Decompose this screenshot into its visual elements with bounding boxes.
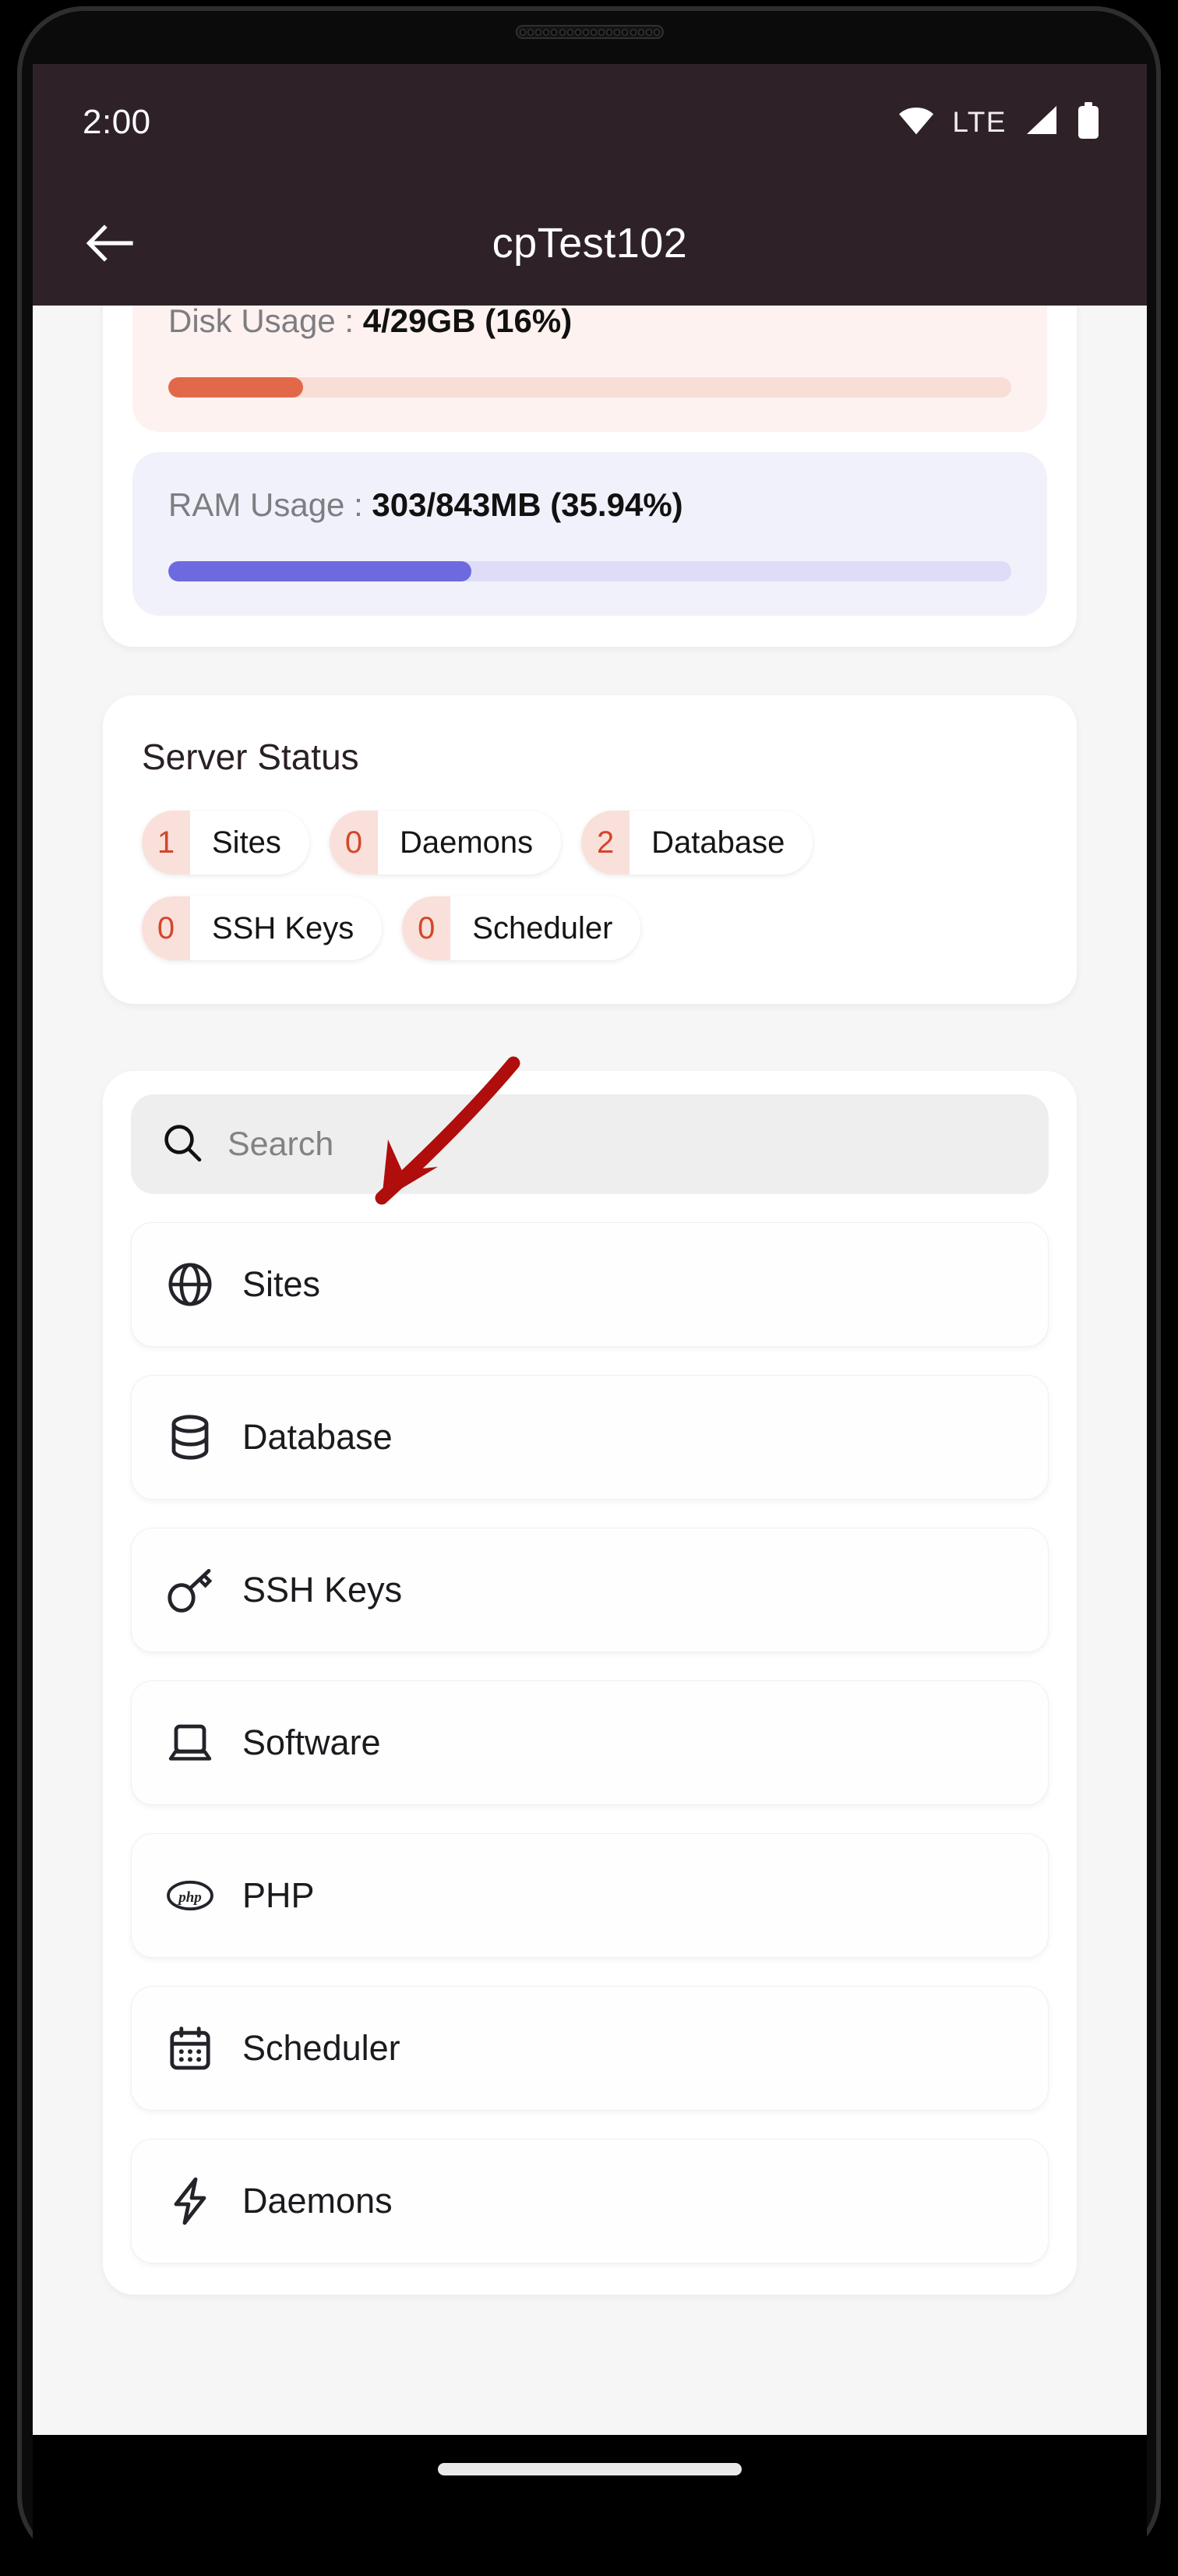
battery-icon (1077, 101, 1100, 144)
status-pill-database[interactable]: 2 Database (581, 811, 813, 875)
network-type-label: LTE (952, 106, 1007, 138)
search-icon (162, 1122, 203, 1167)
status-bar: 2:00 LTE (33, 64, 1147, 181)
status-pill-ssh-keys[interactable]: 0 SSH Keys (142, 896, 383, 960)
menu-item-scheduler[interactable]: Scheduler (131, 1986, 1049, 2111)
menu-item-label: Database (242, 1417, 393, 1457)
status-pill-count: 2 (581, 811, 630, 875)
phone-frame: 2:00 LTE cpTest102 Disk Usage: 4/29GB (… (0, 0, 1178, 2576)
resource-usage-card: Disk Usage : 4/29GB (16%) RAM Usage : 30… (103, 306, 1077, 647)
disk-usage-label: Disk Usage : (168, 306, 363, 339)
status-pill-label: Daemons (399, 825, 534, 860)
home-indicator-area (33, 2435, 1147, 2567)
search-box[interactable]: Search (131, 1094, 1049, 1194)
menu-item-php[interactable]: php PHP (131, 1833, 1049, 1958)
svg-text:php: php (177, 1889, 202, 1906)
status-pill-count: 0 (142, 896, 190, 960)
menu-item-label: PHP (242, 1875, 315, 1915)
ram-usage-progress-track (168, 561, 1011, 581)
disk-usage-text: Disk Usage : 4/29GB (16%) (168, 306, 1011, 340)
phone-screen: 2:00 LTE cpTest102 Disk Usage: 4/29GB (… (33, 64, 1147, 2435)
home-indicator[interactable] (438, 2463, 742, 2475)
server-status-title: Server Status (142, 737, 359, 777)
php-icon: php (166, 1871, 214, 1920)
page-title: cpTest102 (492, 220, 688, 267)
app-bar: cpTest102 (33, 181, 1147, 306)
wifi-icon (898, 106, 935, 140)
status-pill-count: 1 (142, 811, 190, 875)
status-bar-icons: LTE (898, 101, 1100, 144)
status-pill-label: Sites (212, 825, 281, 860)
disk-usage-block: Disk Usage : 4/29GB (16%) (132, 306, 1047, 432)
status-pill-label: Scheduler (472, 910, 613, 945)
menu-item-label: Daemons (242, 2181, 393, 2221)
menu-item-daemons[interactable]: Daemons (131, 2139, 1049, 2263)
menu-item-label: SSH Keys (242, 1570, 403, 1610)
ram-usage-label: RAM Usage : (168, 486, 372, 523)
menu-item-sites[interactable]: Sites (131, 1222, 1049, 1347)
menu-list: Sites Database SSH Keys Software php PHP Sched… (131, 1222, 1049, 2263)
ram-usage-text: RAM Usage : 303/843MB (35.94%) (168, 486, 1011, 524)
scroll-content[interactable]: Disk Usage : 4/29GB (16%) RAM Usage : 30… (33, 306, 1147, 2435)
disk-usage-progress-fill (168, 377, 304, 398)
key-icon (166, 1566, 214, 1614)
lightning-bolt-icon (166, 2177, 214, 2225)
laptop-icon (166, 1719, 214, 1767)
search-input[interactable]: Search (227, 1125, 333, 1164)
menu-item-label: Sites (242, 1264, 321, 1304)
speaker-grille (516, 25, 664, 39)
status-pill-count: 0 (329, 811, 378, 875)
status-pill-count: 0 (402, 896, 451, 960)
menu-item-label: Scheduler (242, 2028, 400, 2068)
globe-icon (166, 1260, 214, 1309)
ram-usage-value: 303/843MB (35.94%) (372, 486, 683, 523)
status-pill-scheduler[interactable]: 0 Scheduler (402, 896, 641, 960)
back-button[interactable] (83, 216, 137, 270)
calendar-icon (166, 2024, 214, 2072)
status-pill-daemons[interactable]: 0 Daemons (329, 811, 562, 875)
menu-item-label: Software (242, 1723, 381, 1762)
ram-usage-progress-fill (168, 561, 471, 581)
disk-usage-value: 4/29GB (16%) (362, 306, 573, 339)
menu-item-database[interactable]: Database (131, 1375, 1049, 1500)
status-bar-clock: 2:00 (83, 103, 151, 141)
server-status-pill-row: 1 Sites 0 Daemons 2 Database 0 SSH Keys 0 Schedul… (142, 811, 1038, 960)
ram-usage-block: RAM Usage : 303/843MB (35.94%) (132, 452, 1047, 616)
disk-usage-progress-track (168, 377, 1011, 398)
status-pill-sites[interactable]: 1 Sites (142, 811, 309, 875)
status-pill-label: Database (651, 825, 785, 860)
signal-icon (1024, 104, 1060, 141)
server-status-card: Server Status 1 Sites 0 Daemons 2 Database 0 SS… (103, 695, 1077, 1004)
database-icon (166, 1413, 214, 1461)
menu-item-software[interactable]: Software (131, 1680, 1049, 1805)
navigation-menu-panel: Search Sites Database SSH Keys Software php P… (103, 1071, 1077, 2295)
status-pill-label: SSH Keys (212, 910, 354, 945)
menu-item-ssh-keys[interactable]: SSH Keys (131, 1528, 1049, 1652)
